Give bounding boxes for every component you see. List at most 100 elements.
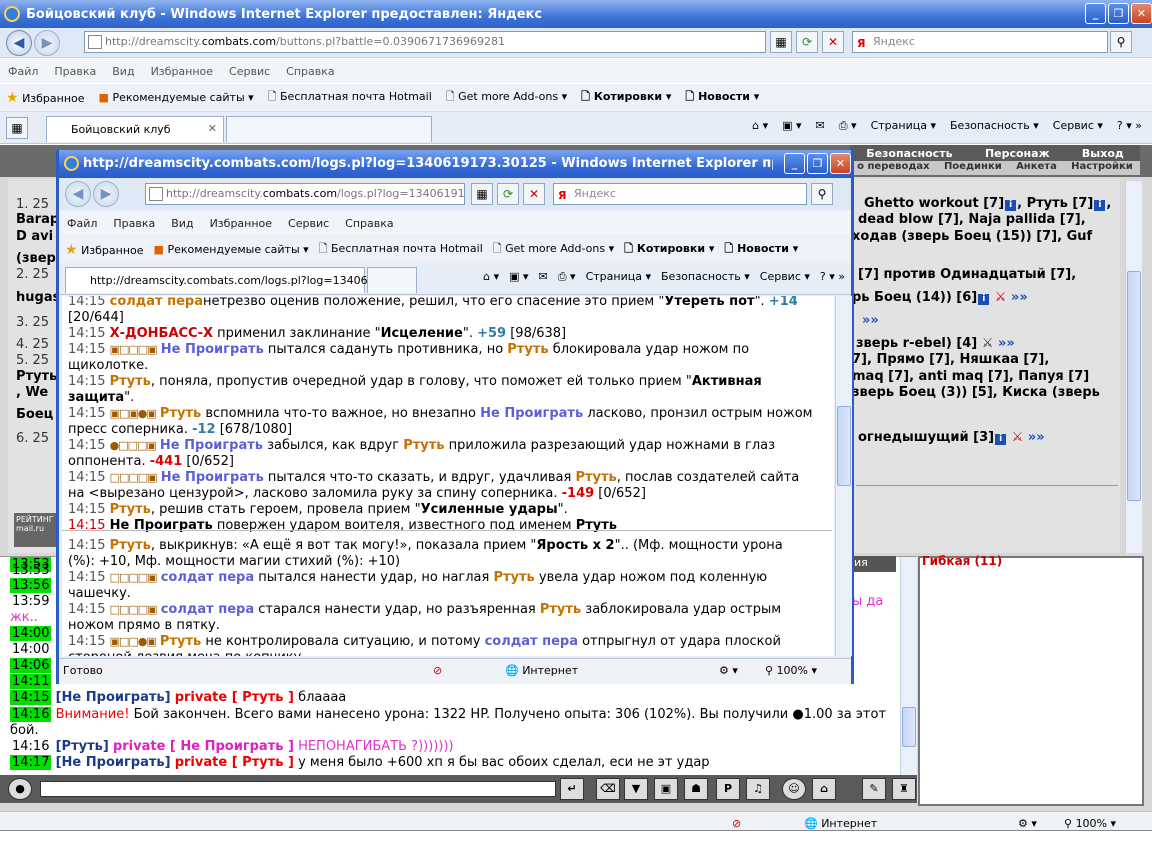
maximize-button[interactable]: ❐ xyxy=(1108,3,1129,24)
nav-security[interactable]: Безопасность xyxy=(866,147,952,160)
fighter-name[interactable]: Не Проиграть xyxy=(480,406,583,421)
popup-blocked-icon[interactable]: ⊘ xyxy=(433,664,442,677)
menu-edit[interactable]: Правка xyxy=(54,65,96,78)
tools-icon[interactable]: ✎ xyxy=(862,778,886,800)
new-tab[interactable] xyxy=(367,267,417,293)
nav-settings[interactable]: Настройки xyxy=(1071,161,1133,175)
help-icon[interactable]: ? ▾ » xyxy=(820,270,845,284)
battle-participants[interactable]: ходав (зверь Боец (15)) [7], Guf xyxy=(852,229,1092,244)
tab-log[interactable]: http://dreamscity.combats.com/logs.pl?lo… xyxy=(65,267,392,293)
fav-addons[interactable]: 🗋 Get more Add-ons ▾ xyxy=(493,240,614,259)
menu-file[interactable]: Файл xyxy=(67,217,97,230)
battle-participants[interactable]: зверь r-ebel) [4] ⚔ »» xyxy=(856,336,1015,351)
menu-tools[interactable]: Сервис xyxy=(288,217,329,230)
close-tab-icon[interactable]: ✕ xyxy=(208,122,217,135)
menu-view[interactable]: Вид xyxy=(171,217,193,230)
protected-mode-icon[interactable]: ⚙ ▾ xyxy=(719,664,738,677)
popup-minimize-button[interactable]: _ xyxy=(784,153,805,174)
stop-icon[interactable]: ✕ xyxy=(523,183,545,205)
view-battle-link[interactable]: »» xyxy=(1011,290,1028,305)
home-icon[interactable]: ⌂ ▾ xyxy=(483,270,499,284)
fighter-name[interactable]: Ртуть xyxy=(110,538,151,553)
minimize-button[interactable]: _ xyxy=(1085,3,1106,24)
fighter-name[interactable]: солдат пера xyxy=(161,570,254,585)
fighter-name[interactable]: Х-ДОНБАСС-Х xyxy=(110,326,213,341)
feeds-icon[interactable]: ▣ ▾ xyxy=(782,119,801,133)
battle-participants[interactable]: D avi xyxy=(16,229,53,244)
zoom-control[interactable]: ⚲ 100% ▾ xyxy=(765,664,817,677)
page-scrollbar[interactable] xyxy=(1125,181,1142,553)
fav-recommended[interactable]: ■ Рекомендуемые сайты ▾ xyxy=(154,243,309,256)
battle-participants[interactable]: огнедышущий [3] i ⚔ »» xyxy=(858,430,1045,445)
popup-address-bar[interactable]: http://dreamscity.combats.com/logs.pl?lo… xyxy=(145,183,465,205)
print-icon[interactable]: ⎙ ▾ xyxy=(558,270,576,284)
mailru-rating-badge[interactable]: РЕЙТИНГ mail.ru xyxy=(14,513,58,547)
chat-scrollbar[interactable] xyxy=(900,557,917,775)
nav-battles[interactable]: Поединки xyxy=(944,161,1002,175)
popup-blocked-icon[interactable]: ⊘ xyxy=(732,817,741,830)
menu-tools[interactable]: Сервис xyxy=(229,65,270,78)
page-menu[interactable]: Страница ▾ xyxy=(871,119,936,133)
fighter-name[interactable]: Не Проиграть xyxy=(161,342,264,357)
view-battle-link[interactable]: »» xyxy=(862,313,879,328)
back-icon[interactable]: ◀ xyxy=(6,30,32,56)
battle-participants[interactable]: , We xyxy=(16,385,48,400)
battle-participants[interactable]: Ртуть xyxy=(16,369,57,384)
fav-quotes[interactable]: 🗋 Котировки ▾ xyxy=(581,88,671,107)
favorites-button[interactable]: ★ Избранное xyxy=(65,242,144,258)
search-input[interactable]: Я Яндекс xyxy=(852,31,1108,53)
zoom-control[interactable]: ⚲ 100% ▾ xyxy=(1064,817,1116,830)
fav-hotmail[interactable]: 🗋 Бесплатная почта Hotmail xyxy=(319,240,483,259)
fighter-name[interactable]: Ртуть xyxy=(160,406,201,421)
chat-menu-icon[interactable]: ● xyxy=(8,778,32,800)
nav-exit[interactable]: Выход xyxy=(1082,147,1124,160)
log-scrollbar[interactable] xyxy=(835,296,852,656)
menu-file[interactable]: Файл xyxy=(8,65,38,78)
fighter-name[interactable]: солдат пера xyxy=(161,602,254,617)
help-icon[interactable]: ? ▾ » xyxy=(1117,119,1142,133)
menu-help[interactable]: Справка xyxy=(286,65,334,78)
fighter-name[interactable]: Ртуть xyxy=(493,570,534,585)
close-button[interactable]: ✕ xyxy=(1131,3,1152,24)
battle-participants[interactable]: Ghetto workout [7] i, Ртуть [7] i, xyxy=(864,196,1111,211)
fighter-name[interactable]: Ртуть xyxy=(575,470,616,485)
safety-menu[interactable]: Безопасность ▾ xyxy=(661,270,750,284)
inventory-icon[interactable]: ♜ xyxy=(892,778,916,800)
scrollbar-thumb[interactable] xyxy=(837,406,851,486)
battle-participants[interactable]: рь Боец (14)) [6] i ⚔ »» xyxy=(852,290,1028,305)
fighter-name[interactable]: Ртуть xyxy=(160,634,201,649)
favorites-button[interactable]: ★ Избранное xyxy=(6,90,85,106)
fav-addons[interactable]: 🗋 Get more Add-ons ▾ xyxy=(446,88,567,107)
menu-favorites[interactable]: Избранное xyxy=(210,217,272,230)
info-icon[interactable]: i xyxy=(1094,200,1106,211)
refresh-icon[interactable]: ⟳ xyxy=(796,31,818,53)
menu-view[interactable]: Вид xyxy=(112,65,134,78)
forward-icon[interactable]: ▶ xyxy=(34,30,60,56)
online-user[interactable]: Гибкая (11) xyxy=(922,554,1002,568)
compat-view-icon[interactable]: ▦ xyxy=(471,183,493,205)
fighter-name[interactable]: Ртуть xyxy=(110,502,151,517)
search-icon[interactable]: ⚲ xyxy=(1110,31,1132,53)
fav-quotes[interactable]: 🗋 Котировки ▾ xyxy=(624,240,714,259)
refresh-icon[interactable]: ⟳ xyxy=(497,183,519,205)
battle-participants[interactable]: [7] против Одинадцатый [7], xyxy=(858,267,1076,282)
info-icon[interactable]: i xyxy=(978,294,990,305)
battle-participants[interactable]: Боец xyxy=(16,407,53,422)
new-tab[interactable] xyxy=(226,116,432,142)
nav-profile[interactable]: Анкета xyxy=(1016,161,1057,175)
forward-icon[interactable]: ▶ xyxy=(93,181,119,207)
tools-menu[interactable]: Сервис ▾ xyxy=(760,270,810,284)
safety-menu[interactable]: Безопасность ▾ xyxy=(950,119,1039,133)
fighter-name[interactable]: солдат пера xyxy=(110,296,203,309)
battle-participants[interactable]: 7], Прямо [7], Няшкаа [7], xyxy=(852,352,1049,367)
compat-view-icon[interactable]: ▦ xyxy=(770,31,792,53)
menu-edit[interactable]: Правка xyxy=(113,217,155,230)
scrollbar-thumb[interactable] xyxy=(902,707,916,747)
nav-transfers[interactable]: о переводах xyxy=(857,161,929,175)
page-menu[interactable]: Страница ▾ xyxy=(586,270,651,284)
battle-participants[interactable]: hugas xyxy=(16,290,60,305)
menu-help[interactable]: Справка xyxy=(345,217,393,230)
battle-participants[interactable]: maq [7], anti maq [7], Папуя [7] xyxy=(852,369,1089,384)
fav-news[interactable]: 🗋 Новости ▾ xyxy=(724,240,798,259)
battle-participants[interactable]: (звер xyxy=(16,251,56,266)
